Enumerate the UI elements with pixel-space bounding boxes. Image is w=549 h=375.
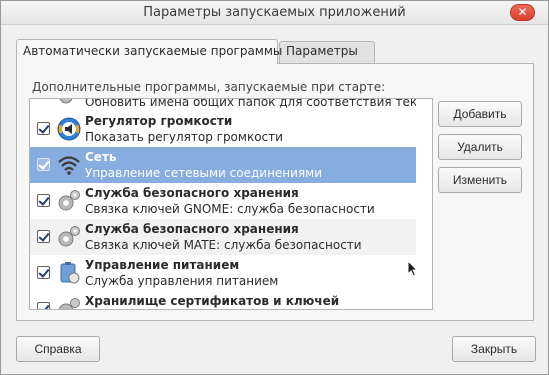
wifi-icon: [56, 152, 82, 178]
add-button[interactable]: Добавить: [438, 101, 522, 127]
title-bar[interactable]: Параметры запускаемых приложений ✕: [1, 1, 548, 25]
gears-icon: [56, 188, 82, 214]
list-item-description: Связка ключей MATE: служба безопасности: [85, 238, 362, 252]
list-item-description: Служба управления питанием: [85, 274, 279, 288]
gears-icon: [56, 99, 82, 109]
gears-icon: [56, 296, 82, 309]
help-button[interactable]: Справка: [16, 336, 100, 362]
list-item-title: Служба безопасного хранения: [85, 222, 299, 236]
list-item-description: Обновить имена общих папок для соответст…: [85, 98, 416, 109]
list-item[interactable]: Обновить имена общих папок для соответст…: [30, 98, 416, 111]
enabled-checkbox[interactable]: [37, 158, 50, 171]
list-item-title: Сеть: [85, 150, 117, 164]
startup-list[interactable]: Обновить имена общих папок для соответст…: [29, 98, 433, 310]
list-item[interactable]: Управление питанием Служба управления пи…: [30, 255, 416, 291]
list-item-title: Регулятор громкости: [85, 114, 233, 128]
tab-startup-programs[interactable]: Автоматически запускаемые программы: [16, 39, 282, 64]
enabled-checkbox[interactable]: [37, 266, 50, 279]
list-item[interactable]: Хранилище сертификатов и ключей: [30, 291, 416, 309]
list-item[interactable]: Служба безопасного хранения Связка ключе…: [30, 219, 416, 255]
enabled-checkbox[interactable]: [37, 194, 50, 207]
list-item[interactable]: Служба безопасного хранения Связка ключе…: [30, 183, 416, 219]
enabled-checkbox[interactable]: [37, 230, 50, 243]
volume-icon: [56, 116, 82, 142]
power-icon: [56, 260, 82, 286]
section-label: Дополнительные программы, запускаемые пр…: [32, 80, 386, 94]
tab-options[interactable]: Параметры: [279, 41, 375, 63]
list-item-description: Связка ключей GNOME: служба безопасности: [85, 202, 375, 216]
close-window-button[interactable]: ✕: [510, 4, 535, 21]
window-title: Параметры запускаемых приложений: [143, 5, 406, 20]
list-item-title: Хранилище сертификатов и ключей: [85, 294, 340, 308]
enabled-checkbox[interactable]: [37, 122, 50, 135]
list-item-title: Управление питанием: [85, 258, 240, 272]
list-item-description: Показать регулятор громкости: [85, 130, 283, 144]
startup-programs-panel: Дополнительные программы, запускаемые пр…: [16, 63, 534, 321]
remove-button[interactable]: Удалить: [438, 134, 522, 160]
list-item-description: Управление сетевыми соединениями: [85, 166, 323, 180]
list-item-title: Служба безопасного хранения: [85, 186, 299, 200]
gears-icon: [56, 224, 82, 250]
enabled-checkbox[interactable]: [37, 302, 50, 309]
list-item[interactable]: Сеть Управление сетевыми соединениями: [30, 147, 416, 183]
close-button[interactable]: Закрыть: [452, 336, 536, 362]
edit-button[interactable]: Изменить: [438, 167, 522, 193]
list-item[interactable]: Регулятор громкости Показать регулятор г…: [30, 111, 416, 147]
startup-apps-window: Параметры запускаемых приложений ✕ Автом…: [0, 0, 549, 375]
